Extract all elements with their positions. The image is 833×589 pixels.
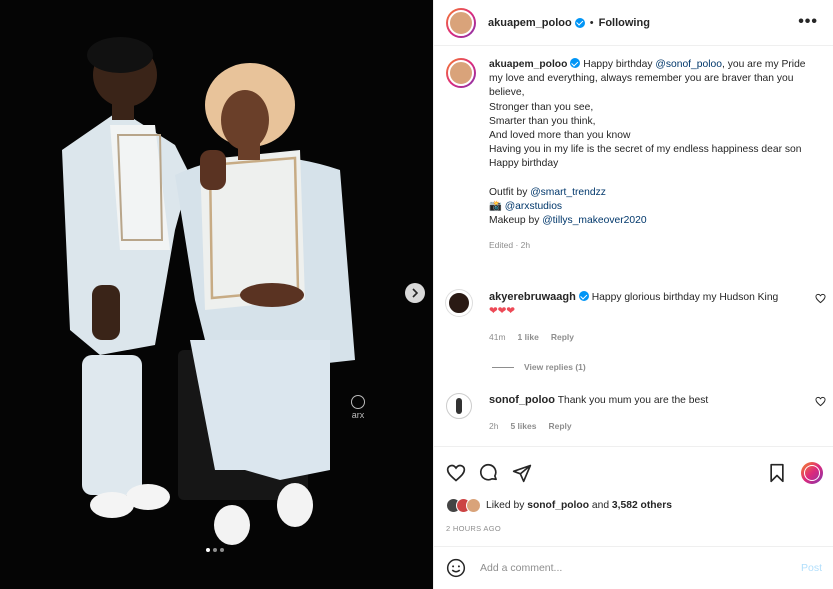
carousel-dot [213, 548, 217, 552]
liked-by-others[interactable]: 3,582 others [612, 500, 672, 511]
following-button[interactable]: Following [599, 17, 650, 29]
caption-line: And loved more than you know [489, 130, 631, 142]
comment-input[interactable] [480, 562, 780, 574]
comment-time: 2h [489, 421, 499, 431]
post-photo [0, 0, 433, 589]
liked-by-prefix: Liked by [486, 500, 528, 511]
reply-button[interactable]: Reply [548, 419, 571, 433]
liked-by-and: and [589, 500, 612, 511]
commenter-username[interactable]: sonof_poloo [489, 394, 555, 406]
author-username[interactable]: akuapem_poloo [488, 17, 572, 29]
caption-avatar[interactable] [446, 58, 476, 88]
post-time: 2 HOURS AGO [446, 524, 501, 533]
caption-meta: Edited · 2h [489, 240, 531, 251]
liked-by-user[interactable]: sonof_poloo [527, 500, 589, 511]
comment-time: 41m [489, 332, 506, 342]
smiley-icon[interactable] [446, 558, 466, 578]
post-button[interactable]: Post [801, 562, 822, 574]
comment-emoji: ❤❤❤ [489, 306, 515, 317]
liked-by-text: Liked by sonof_poloo and 3,582 others [486, 500, 672, 511]
add-comment-bar: Post [434, 546, 833, 589]
credit-line: Makeup by @tillys_makeover2020 [489, 214, 814, 228]
caption-body: akuapem_poloo Happy birthday @sonof_polo… [489, 58, 814, 252]
view-replies-button[interactable]: View replies (1) [492, 362, 586, 372]
reel-create-icon[interactable] [801, 462, 823, 484]
carousel-indicator [206, 548, 224, 552]
comment-meta: 2h 5 likes Reply [489, 419, 799, 433]
credit-prefix: Outfit by [489, 186, 531, 198]
next-slide-button[interactable] [405, 283, 425, 303]
comment-item: sonof_poloo Thank you mum you are the be… [446, 393, 826, 433]
post-actions: Liked by sonof_poloo and 3,582 others 2 … [434, 446, 833, 546]
replies-line [492, 366, 514, 368]
reply-button[interactable]: Reply [551, 330, 574, 344]
watermark-text: arx [351, 410, 365, 420]
caption-line: Stronger than you see, [489, 101, 594, 113]
credit-line: 📸 @arxstudios [489, 200, 814, 214]
more-horizontal-icon[interactable]: ••• [798, 14, 818, 30]
carousel-dot [220, 548, 224, 552]
credit-line: Outfit by @smart_trendzz [489, 186, 814, 200]
credit-prefix: Makeup by [489, 215, 543, 227]
comment-heart-icon[interactable] [815, 396, 826, 407]
photo-watermark: arx [351, 395, 365, 420]
comment-likes[interactable]: 1 like [518, 330, 539, 344]
post-media[interactable]: arx [0, 0, 433, 589]
commenter-avatar[interactable] [446, 290, 472, 316]
comment-item: akyerebruwaagh Happy glorious birthday m… [446, 290, 826, 344]
comment-body: sonof_poloo Thank you mum you are the be… [489, 393, 799, 433]
comment-text: Happy glorious birthday my Hudson King [591, 292, 779, 303]
view-replies-label: View replies (1) [524, 362, 586, 372]
caption-line: Having you in my life is the secret of m… [489, 144, 802, 156]
post-caption: akuapem_poloo Happy birthday @sonof_polo… [446, 58, 826, 252]
comment-text: Thank you mum you are the best [557, 395, 709, 406]
credit-prefix: 📸 [489, 200, 505, 212]
comment-meta: 41m 1 like Reply [489, 330, 799, 344]
credit-handle[interactable]: @smart_trendzz [530, 187, 606, 198]
carousel-dot-active [206, 548, 210, 552]
verified-badge-icon [578, 291, 589, 301]
caption-line: Happy birthday [489, 158, 559, 170]
heart-icon[interactable] [446, 463, 466, 483]
author-avatar[interactable] [446, 7, 476, 38]
commenter-avatar[interactable] [446, 393, 472, 419]
action-icons [446, 463, 532, 483]
verified-badge-icon [570, 58, 581, 68]
caption-username[interactable]: akuapem_poloo [489, 59, 567, 70]
credit-handle[interactable]: @tillys_makeover2020 [542, 215, 646, 226]
post-modal: arx akuapem_poloo • Following ••• akuape… [0, 0, 833, 589]
watermark-logo-icon [351, 395, 365, 409]
liker-avatar [466, 498, 481, 513]
credit-handle[interactable]: @arxstudios [505, 201, 562, 212]
caption-intro: Happy birthday [583, 59, 653, 70]
liked-by: Liked by sonof_poloo and 3,582 others [446, 498, 672, 513]
caption-line: Smarter than you think, [489, 115, 596, 127]
post-side-panel: akuapem_poloo • Following ••• akuapem_po… [433, 0, 833, 589]
verified-badge-icon [574, 17, 585, 28]
separator-dot: • [589, 16, 594, 29]
commenter-username[interactable]: akyerebruwaagh [489, 291, 576, 303]
caption-mention[interactable]: @sonof_poloo [655, 59, 722, 70]
comment-likes[interactable]: 5 likes [510, 419, 536, 433]
comment-body: akyerebruwaagh Happy glorious birthday m… [489, 290, 799, 344]
chevron-right-icon [412, 288, 419, 298]
comment-heart-icon[interactable] [815, 293, 826, 304]
comment-icon[interactable] [479, 463, 499, 483]
share-icon[interactable] [512, 463, 532, 483]
bookmark-icon[interactable] [767, 463, 787, 483]
post-header: akuapem_poloo • Following ••• [434, 0, 833, 46]
